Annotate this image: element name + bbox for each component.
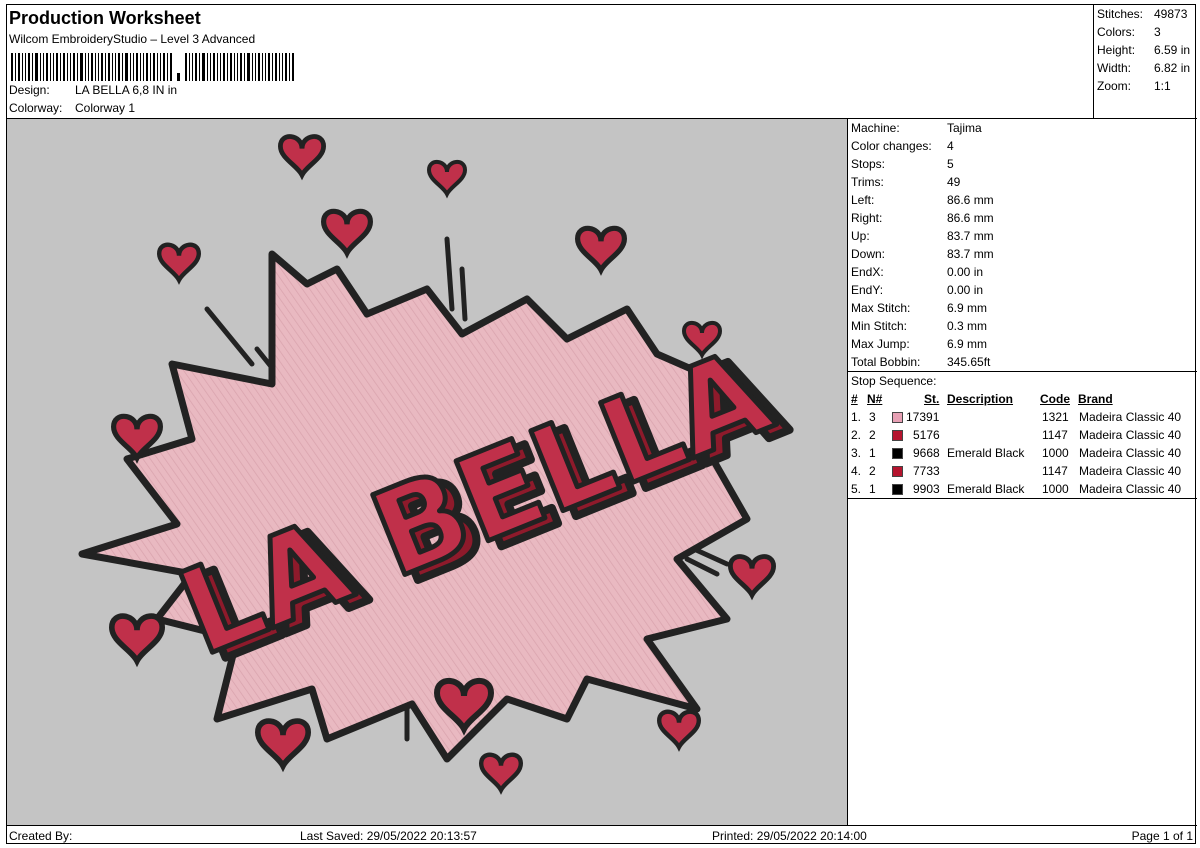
barcode-image xyxy=(11,53,294,81)
machine-info-panel: Machine: Tajima Color changes: 4 Stops: 5 T… xyxy=(848,119,1197,499)
stop-row: 5. 1 9903 Emerald Black 1000 Madeira Cla… xyxy=(851,482,1182,496)
colorway-row: Colorway: Colorway 1 xyxy=(9,101,135,115)
stop-row: 1. 3 17391 1321 Madeira Classic 40 xyxy=(851,410,1182,424)
info-row-up: Up: 83.7 mm xyxy=(851,229,994,243)
info-row-max-stitch: Max Stitch: 6.9 mm xyxy=(851,301,988,315)
col-code-header: Code xyxy=(1040,392,1070,406)
software-name: Wilcom EmbroideryStudio – Level 3 Advanc… xyxy=(9,32,256,46)
worksheet-frame: Production Worksheet Wilcom EmbroiderySt… xyxy=(6,4,1197,845)
worksheet-footer: Created By: Last Saved: 29/05/2022 20:13… xyxy=(7,825,1197,845)
color-swatch xyxy=(892,412,903,423)
stop-row: 3. 1 9668 Emerald Black 1000 Madeira Cla… xyxy=(851,446,1182,460)
color-swatch xyxy=(892,484,903,495)
info-row-endx: EndX: 0.00 in xyxy=(851,265,984,279)
last-saved: Last Saved: 29/05/2022 20:13:57 xyxy=(300,829,477,843)
stop-sequence-header: # N# St. Description Code Brand xyxy=(848,390,1197,408)
embroidery-design-image: LA BELLA LA BELLA xyxy=(78,119,805,825)
design-value: LA BELLA 6,8 IN in xyxy=(75,83,178,97)
info-row-max-jump: Max Jump: 6.9 mm xyxy=(851,337,988,351)
stop-sequence-table: Stop Sequence: # N# St. Description Code… xyxy=(848,371,1197,499)
design-preview: LA BELLA LA BELLA xyxy=(7,119,848,825)
colorway-label: Colorway: xyxy=(9,101,63,115)
summary-box: Stitches: 49873 Colors: 3 Height: 6.59 in W… xyxy=(1093,5,1197,119)
col-description-header: Description xyxy=(947,392,1014,406)
design-row: Design: LA BELLA 6,8 IN in xyxy=(9,83,177,97)
info-row-color-changes: Color changes: 4 xyxy=(851,139,954,153)
color-swatch xyxy=(892,430,903,441)
color-swatch xyxy=(892,448,903,459)
info-row-endy: EndY: 0.00 in xyxy=(851,283,984,297)
page-title: Production Worksheet xyxy=(9,8,201,28)
colorway-value: Colorway 1 xyxy=(75,101,136,115)
info-row-left: Left: 86.6 mm xyxy=(851,193,994,207)
printed-date: Printed: 29/05/2022 20:14:00 xyxy=(712,829,867,843)
summary-row-stitches: Stitches: 49873 xyxy=(1097,7,1188,21)
color-swatch xyxy=(892,466,903,477)
summary-row-colors: Colors: 3 xyxy=(1097,25,1161,39)
info-row-stops: Stops: 5 xyxy=(851,157,954,171)
stop-row: 2. 2 5176 1147 Madeira Classic 40 xyxy=(851,428,1182,442)
info-row-machine: Machine: Tajima xyxy=(851,121,982,135)
col-n-header: N# xyxy=(867,392,883,406)
summary-row-height: Height: 6.59 in xyxy=(1097,43,1191,57)
worksheet-header: Production Worksheet Wilcom EmbroiderySt… xyxy=(7,5,1093,119)
stop-sequence-title: Stop Sequence: xyxy=(851,374,937,388)
design-label: Design: xyxy=(9,83,50,97)
info-row-min-stitch: Min Stitch: 0.3 mm xyxy=(851,319,988,333)
created-by: Created By: xyxy=(9,829,73,843)
col-brand-header: Brand xyxy=(1078,392,1113,406)
info-row-trims: Trims: 49 xyxy=(851,175,961,189)
stop-row: 4. 2 7733 1147 Madeira Classic 40 xyxy=(851,464,1182,478)
info-row-total-bobbin: Total Bobbin: 345.65ft xyxy=(851,355,991,369)
page-number: Page 1 of 1 xyxy=(1131,829,1193,843)
summary-row-width: Width: 6.82 in xyxy=(1097,61,1191,75)
info-row-down: Down: 83.7 mm xyxy=(851,247,994,261)
col-num-header: # xyxy=(851,392,858,406)
info-row-right: Right: 86.6 mm xyxy=(851,211,994,225)
col-st-header: St. xyxy=(924,392,940,406)
summary-row-zoom: Zoom: 1:1 xyxy=(1097,79,1171,93)
